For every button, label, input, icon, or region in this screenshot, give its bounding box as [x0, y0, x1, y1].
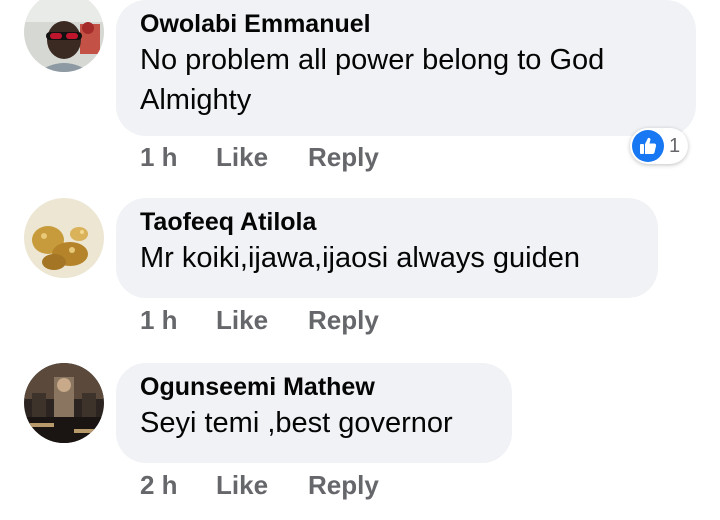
comment-text: Seyi temi ,best governor	[140, 407, 453, 439]
comment-timestamp[interactable]: 2 h	[140, 470, 216, 501]
comment-bubble: Owolabi Emmanuel No problem all power be…	[116, 0, 696, 136]
comment-thread: Owolabi Emmanuel No problem all power be…	[0, 0, 720, 520]
comment-actions: 2 h Like Reply	[140, 467, 379, 503]
user-photo-icon	[24, 363, 104, 443]
avatar[interactable]	[24, 363, 104, 443]
like-button[interactable]: Like	[216, 470, 308, 501]
comment-author[interactable]: Ogunseemi Mathew	[140, 371, 490, 403]
user-photo-icon	[24, 198, 104, 278]
reply-button[interactable]: Reply	[308, 142, 379, 173]
comment-text: No problem all power belong to God Almig…	[140, 44, 605, 116]
reply-button[interactable]: Reply	[308, 470, 379, 501]
thumbs-up-icon	[632, 130, 664, 162]
avatar[interactable]	[24, 0, 104, 72]
like-button[interactable]: Like	[216, 142, 308, 173]
comment-author[interactable]: Owolabi Emmanuel	[140, 8, 674, 40]
comment-author[interactable]: Taofeeq Atilola	[140, 206, 636, 238]
comment-actions: 1 h Like Reply	[140, 302, 379, 338]
like-button[interactable]: Like	[216, 305, 308, 336]
comment-timestamp[interactable]: 1 h	[140, 142, 216, 173]
reaction-summary[interactable]: 1	[630, 128, 689, 164]
comment-timestamp[interactable]: 1 h	[140, 305, 216, 336]
comment-text: Mr koiki,ijawa,ijaosi always guiden	[140, 242, 581, 274]
comment-bubble: Ogunseemi Mathew Seyi temi ,best governo…	[116, 363, 512, 463]
avatar[interactable]	[24, 198, 104, 278]
reaction-count: 1	[669, 134, 681, 157]
comment-bubble: Taofeeq Atilola Mr koiki,ijawa,ijaosi al…	[116, 198, 658, 298]
comment-actions: 1 h Like Reply	[140, 139, 379, 175]
reply-button[interactable]: Reply	[308, 305, 379, 336]
user-photo-icon	[24, 0, 104, 72]
